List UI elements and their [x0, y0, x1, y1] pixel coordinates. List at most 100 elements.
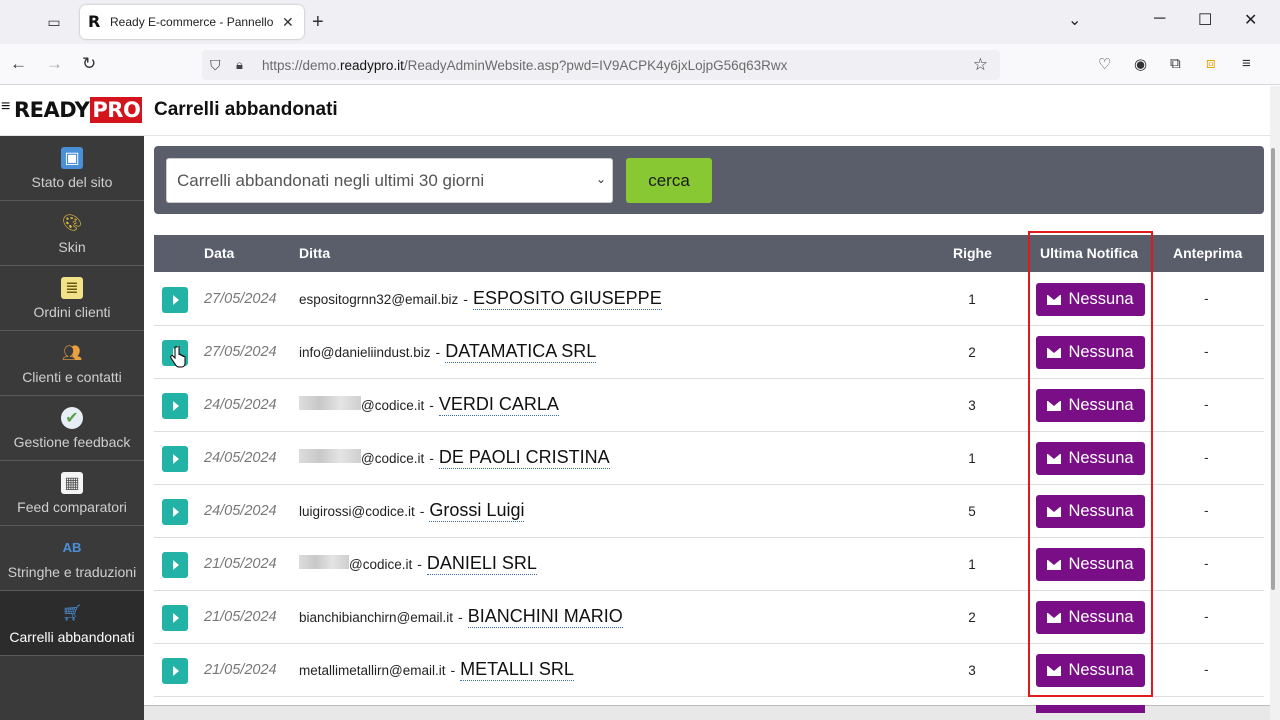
monitor-icon: ▣	[61, 146, 83, 169]
readypro-logo[interactable]: READY PRO	[14, 97, 143, 123]
scrollbar-thumb[interactable]	[1271, 148, 1275, 590]
row-email: espositogrnn32@email.biz	[299, 292, 459, 307]
row-date: 24/05/2024	[204, 397, 277, 413]
maximize-icon[interactable]: ☐	[1198, 10, 1212, 30]
row-company-link[interactable]: METALLI SRL	[460, 659, 574, 681]
row-email: metallimetallirn@email.it	[299, 663, 446, 678]
sidebar-item-stato-sito[interactable]: ▣ Stato del sito	[0, 136, 144, 201]
account-icon[interactable]: ◉	[1134, 55, 1147, 73]
tab-overflow-chevron-icon[interactable]: ⌄	[1068, 10, 1081, 30]
extensions-icon[interactable]: ⧉	[1170, 55, 1181, 72]
sidebar-item-label: Feed comparatori	[17, 498, 127, 515]
sidebar-item-feedback[interactable]: ✔ Gestione feedback	[0, 396, 144, 461]
row-email: @codice.it	[361, 398, 425, 413]
sidebar-item-label: Carrelli abbandonati	[9, 628, 135, 645]
filter-panel: Carrelli abbandonati negli ultimi 30 gio…	[154, 146, 1264, 214]
row-anteprima: -	[1204, 555, 1209, 571]
users-icon: 👥︎	[61, 344, 83, 362]
row-email: bianchibianchirn@email.it	[299, 610, 454, 625]
expand-row-button[interactable]	[162, 287, 188, 313]
multi-account-icon[interactable]: ⧈	[1206, 55, 1216, 72]
table-row-partial	[154, 697, 1264, 705]
reload-icon[interactable]: ↻	[82, 54, 96, 74]
notifica-button-partial[interactable]	[1036, 705, 1145, 713]
expand-row-button[interactable]	[162, 605, 188, 631]
speech-bubble-icon: ✔	[61, 406, 83, 429]
redacted-email-block	[299, 555, 349, 569]
sidebar-item-clienti[interactable]: 👥︎ Clienti e contatti	[0, 331, 144, 396]
col-data: Data	[204, 245, 235, 261]
expand-row-button[interactable]	[162, 658, 188, 684]
sidebar-item-label: Gestione feedback	[13, 433, 131, 450]
new-tab-icon[interactable]: +	[312, 10, 324, 34]
row-company-link[interactable]: BIANCHINI MARIO	[467, 606, 623, 628]
row-ditta: info@danieliindust.biz - DATAMATICA SRL	[299, 341, 597, 363]
palette-icon: 🎨︎	[61, 214, 83, 232]
period-select[interactable]: Carrelli abbandonati negli ultimi 30 gio…	[166, 158, 613, 203]
url-bar[interactable]: ⛉ 🔒︎ https://demo.readypro.it/ReadyAdmin…	[202, 50, 1000, 80]
row-righe: 3	[968, 398, 976, 413]
sidebar: ▣ Stato del sito 🎨︎ Skin ≣ Ordini client…	[0, 136, 144, 720]
hand-cursor-icon	[170, 346, 186, 368]
expand-row-button[interactable]	[162, 393, 188, 419]
tab-close-icon[interactable]: ✕	[282, 14, 294, 31]
grid-icon: ▦	[61, 471, 83, 494]
period-select-value: Carrelli abbandonati negli ultimi 30 gio…	[177, 170, 485, 190]
row-date: 21/05/2024	[204, 609, 277, 625]
col-ditta: Ditta	[299, 245, 331, 261]
redacted-email-block	[299, 449, 361, 463]
row-company-link[interactable]: VERDI CARLA	[438, 394, 559, 416]
row-company-link[interactable]: ESPOSITO GIUSEPPE	[472, 288, 662, 310]
sidebar-item-skin[interactable]: 🎨︎ Skin	[0, 201, 144, 266]
row-anteprima: -	[1204, 661, 1209, 677]
expand-row-button[interactable]	[162, 446, 188, 472]
sidebar-item-carrelli[interactable]: 🛒︎ Carrelli abbandonati	[0, 591, 144, 656]
sidebar-toggle-icon[interactable]: ≡	[1, 98, 10, 116]
expand-row-button[interactable]	[162, 552, 188, 578]
browser-tabbar: ▭ R Ready E-commerce - Pannello amminist…	[0, 0, 1280, 44]
row-company-link[interactable]: DATAMATICA SRL	[445, 341, 597, 363]
tab-list-icon[interactable]: ▭	[40, 8, 68, 36]
row-company-link[interactable]: DANIELI SRL	[426, 553, 537, 575]
back-icon[interactable]: ←	[10, 54, 27, 74]
row-righe: 3	[968, 663, 976, 678]
chevron-down-icon: ⌄	[595, 172, 606, 186]
cerca-button[interactable]: cerca	[626, 158, 712, 203]
url-text[interactable]: https://demo.readypro.it/ReadyAdminWebsi…	[262, 58, 787, 73]
menu-hamburger-icon[interactable]: ≡	[1242, 55, 1251, 72]
row-company-link[interactable]: DE PAOLI CRISTINA	[438, 447, 610, 469]
row-righe: 2	[968, 345, 976, 360]
tracking-shield-icon[interactable]: ⛉	[210, 57, 226, 74]
row-company-link[interactable]: Grossi Luigi	[429, 500, 525, 522]
expand-row-button[interactable]	[162, 499, 188, 525]
lock-icon[interactable]: 🔒︎	[236, 57, 252, 73]
column-highlight-box	[1028, 231, 1153, 697]
row-ditta: @codice.it - DE PAOLI CRISTINA	[299, 447, 610, 469]
sidebar-item-ordini[interactable]: ≣ Ordini clienti	[0, 266, 144, 331]
pocket-icon[interactable]: ♡	[1098, 55, 1111, 73]
row-email: luigirossi@codice.it	[299, 504, 415, 519]
window-close-icon[interactable]: ✕	[1244, 10, 1257, 30]
minimize-icon[interactable]: ─	[1154, 10, 1165, 28]
bookmark-star-icon[interactable]: ☆	[973, 55, 988, 75]
row-date: 21/05/2024	[204, 556, 277, 572]
row-righe: 1	[968, 451, 976, 466]
row-date: 24/05/2024	[204, 503, 277, 519]
readypro-favicon-icon: R	[88, 12, 101, 31]
sidebar-item-stringhe[interactable]: AB Stringhe e traduzioni	[0, 526, 144, 591]
row-ditta: @codice.it - DANIELI SRL	[299, 553, 537, 575]
row-date: 27/05/2024	[204, 344, 277, 360]
row-righe: 2	[968, 610, 976, 625]
sidebar-item-feed[interactable]: ▦ Feed comparatori	[0, 461, 144, 526]
col-righe: Righe	[953, 245, 992, 261]
row-email: @codice.it	[361, 451, 425, 466]
row-anteprima: -	[1204, 502, 1209, 518]
logo-pro-text: PRO	[90, 97, 143, 123]
sidebar-item-label: Skin	[58, 238, 86, 255]
row-ditta: espositogrnn32@email.biz - ESPOSITO GIUSEP…	[299, 288, 662, 310]
browser-tab[interactable]: R Ready E-commerce - Pannello amministra…	[80, 5, 304, 39]
row-ditta: bianchibianchirn@email.it - BIANCHINI MARI…	[299, 606, 623, 628]
forward-icon[interactable]: →	[46, 54, 63, 74]
row-anteprima: -	[1204, 396, 1209, 412]
row-righe: 1	[968, 557, 976, 572]
